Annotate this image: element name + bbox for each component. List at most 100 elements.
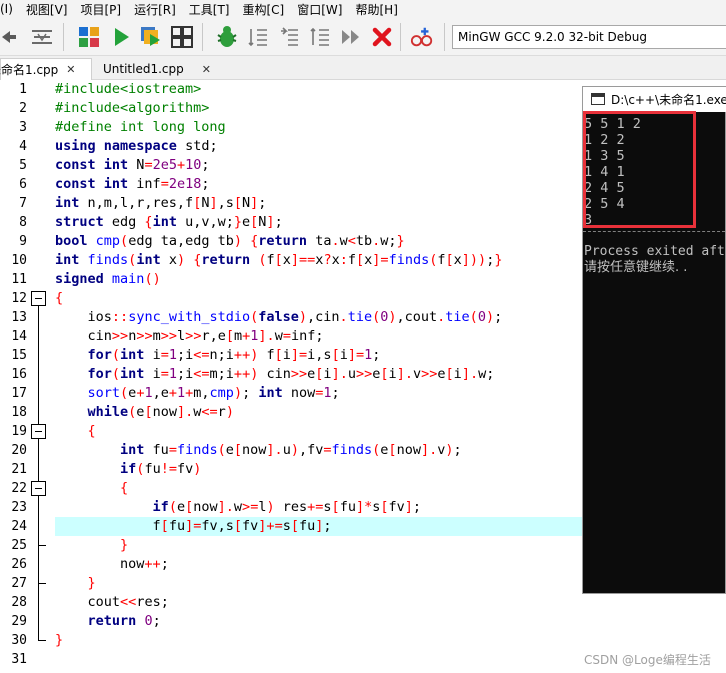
code-text: f[fu]=fv,s[fv]+=s[fu]; xyxy=(55,518,332,534)
line-number: 15 xyxy=(11,348,27,363)
line-number: 31 xyxy=(11,652,27,667)
close-icon[interactable]: ✕ xyxy=(66,63,75,76)
run-icon[interactable] xyxy=(109,25,133,49)
debug-bug-icon[interactable] xyxy=(215,25,239,49)
compiler-select[interactable]: MinGW GCC 9.2.0 32-bit Debug xyxy=(452,25,726,49)
toolbar-separator xyxy=(63,23,64,51)
line-number: 5 xyxy=(19,158,27,173)
code-text: int n,m,l,r,res,f[N],s[N]; xyxy=(55,195,267,211)
grid-color-icon[interactable] xyxy=(77,25,101,49)
step-into-icon[interactable] xyxy=(277,25,301,49)
line-number: 6 xyxy=(19,177,27,192)
line-number: 28 xyxy=(11,595,27,610)
menu-item-refactor[interactable]: 重构[C] xyxy=(236,1,291,18)
code-text: { xyxy=(120,480,129,496)
menu-item-tools[interactable]: 工具[T] xyxy=(182,1,236,18)
code-text: #include<iostream> xyxy=(55,81,202,97)
fold-toggle-if[interactable] xyxy=(31,481,46,496)
line-number: 25 xyxy=(11,538,27,553)
code-text: if(e[now].w>=l) res+=s[fu]*s[fv]; xyxy=(152,499,422,515)
code-text: int fu=finds(e[now].u),fv=finds(e[now].v… xyxy=(120,442,462,458)
line-number: 23 xyxy=(11,500,27,515)
compile-run-icon[interactable] xyxy=(139,25,163,49)
toolbar: MinGW GCC 9.2.0 32-bit Debug xyxy=(0,18,726,56)
menu-item-view[interactable]: 视图[V] xyxy=(19,1,74,18)
grid-icon[interactable] xyxy=(170,25,194,49)
back-icon[interactable] xyxy=(0,25,20,49)
step-icon[interactable] xyxy=(246,25,270,49)
fold-guide-line xyxy=(38,306,39,640)
fold-toggle-main[interactable] xyxy=(31,291,46,306)
console-window-icon xyxy=(591,93,605,105)
console-press-key-text: 请按任意键继续. . xyxy=(584,260,688,275)
menu-item-help[interactable]: 帮助[H] xyxy=(348,1,403,18)
console-title: D:\c++\未命名1.exe xyxy=(611,93,726,107)
tab-file-1[interactable]: 未命名1.cpp ✕ xyxy=(0,58,92,80)
code-text: sort(e+1,e+1+m,cmp); int now=1; xyxy=(87,385,340,401)
stop-icon[interactable] xyxy=(370,25,394,49)
line-number: 7 xyxy=(19,196,27,211)
tab-file-2[interactable]: Untitled1.cpp ✕ xyxy=(103,58,211,80)
toolbar-separator xyxy=(202,23,203,51)
code-text: cin>>n>>m>>l>>r,e[m+1].w=inf; xyxy=(55,328,324,344)
line-number: 13 xyxy=(11,310,27,325)
tab-label: Untitled1.cpp xyxy=(103,62,184,76)
fold-end-marker xyxy=(38,583,46,584)
line-number: 19 xyxy=(11,424,27,439)
line-number: 30 xyxy=(11,633,27,648)
menu-item-project[interactable]: 项目[P] xyxy=(73,1,127,18)
code-text: } xyxy=(120,537,129,553)
code-line[interactable]: 29 return 0; xyxy=(0,612,726,631)
code-line[interactable]: 30} xyxy=(0,631,726,650)
continue-icon[interactable] xyxy=(339,25,363,49)
code-text: { xyxy=(55,290,64,306)
code-text: using namespace std; xyxy=(55,138,218,154)
menu-item-run[interactable]: 运行[R] xyxy=(127,1,182,18)
menu-item-partial[interactable]: (I) xyxy=(0,2,19,16)
code-text: if(fu!=fv) xyxy=(120,461,202,477)
code-line[interactable]: 28 cout<<res; xyxy=(0,593,726,612)
toolbar-separator xyxy=(400,23,401,51)
indent-guide-icon[interactable] xyxy=(30,25,54,49)
line-number: 4 xyxy=(19,139,27,154)
line-number: 8 xyxy=(19,215,27,230)
toolbar-separator xyxy=(444,23,445,51)
fold-toggle-while[interactable] xyxy=(31,424,46,439)
line-number: 12 xyxy=(11,291,27,306)
menu-bar: (I) 视图[V] 项目[P] 运行[R] 工具[T] 重构[C] 窗口[W] … xyxy=(0,0,726,18)
fold-end-marker xyxy=(38,545,46,546)
step-out-icon[interactable] xyxy=(308,25,332,49)
code-text: bool cmp(edg ta,edg tb) {return ta.w<tb.… xyxy=(55,233,405,249)
code-text: struct edg {int u,v,w;}e[N]; xyxy=(55,214,283,230)
line-number: 16 xyxy=(11,367,27,382)
console-title-bar[interactable]: D:\c++\未命名1.exe xyxy=(583,87,726,112)
tab-label: 未命名1.cpp xyxy=(0,63,59,77)
code-text: } xyxy=(87,575,96,591)
line-number: 14 xyxy=(11,329,27,344)
code-text: const int N=2e5+10; xyxy=(55,157,210,173)
file-tab-bar: 未命名1.cpp ✕ Untitled1.cpp ✕ xyxy=(0,56,726,80)
close-icon[interactable]: ✕ xyxy=(202,63,211,76)
code-text: const int inf=2e18; xyxy=(55,176,210,192)
line-number: 1 xyxy=(19,82,27,97)
line-number: 18 xyxy=(11,405,27,420)
line-number: 20 xyxy=(11,443,27,458)
goto-icon[interactable] xyxy=(410,25,434,49)
watermark: CSDN @Loge编程生活 xyxy=(584,653,711,667)
code-text: return 0; xyxy=(87,613,161,629)
code-text: } xyxy=(55,632,64,648)
line-number: 22 xyxy=(11,481,27,496)
fold-end-marker xyxy=(38,640,46,641)
menu-item-window[interactable]: 窗口[W] xyxy=(290,1,348,18)
line-number: 29 xyxy=(11,614,27,629)
line-number: 11 xyxy=(11,272,27,287)
code-text: now++; xyxy=(55,556,169,572)
line-number: 17 xyxy=(11,386,27,401)
code-text: { xyxy=(87,423,96,439)
code-text: cout<<res; xyxy=(55,594,169,610)
code-text: signed main() xyxy=(55,271,161,287)
line-number: 26 xyxy=(11,557,27,572)
console-process-text: Process exited aft xyxy=(584,244,725,259)
line-number: 27 xyxy=(11,576,27,591)
line-number: 10 xyxy=(11,253,27,268)
